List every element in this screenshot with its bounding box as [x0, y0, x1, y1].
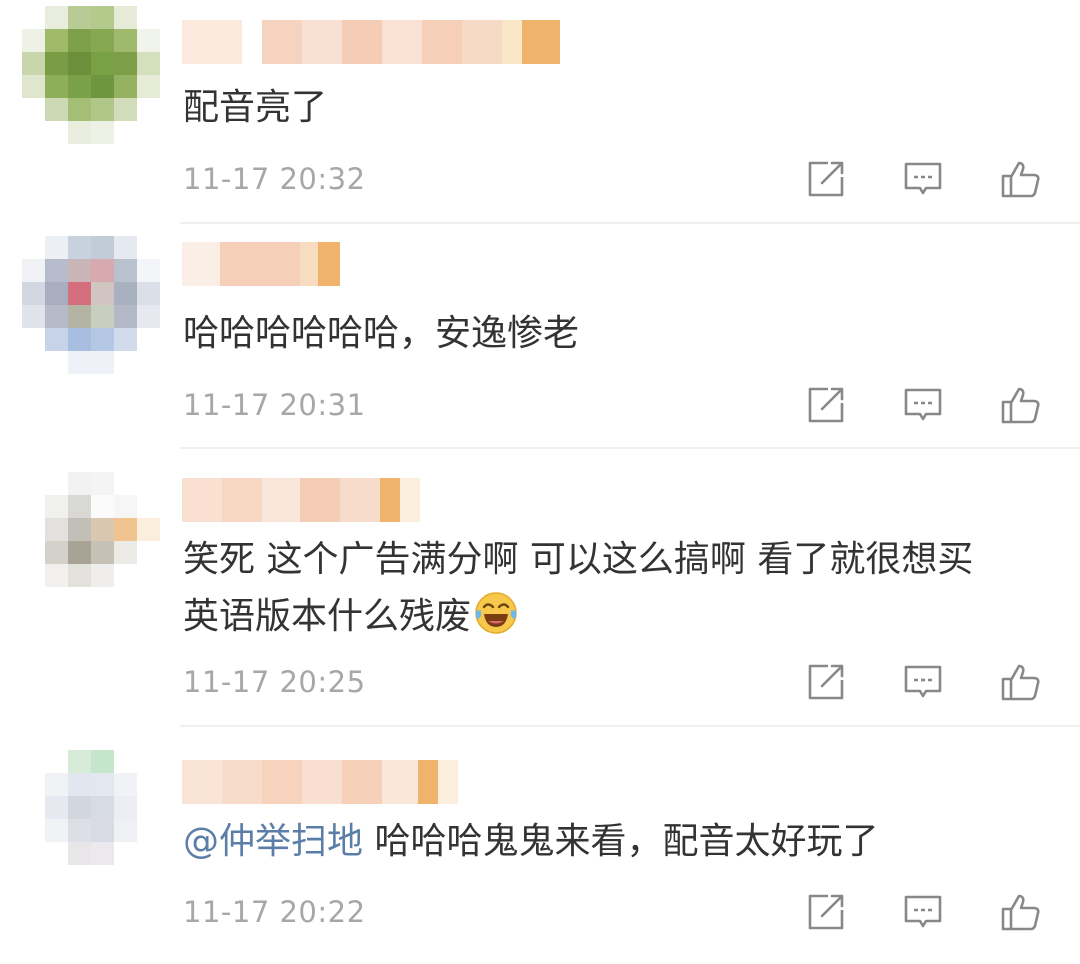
reply-button[interactable] [901, 660, 945, 704]
timestamp: 11-17 20:25 [183, 665, 366, 699]
like-button[interactable] [999, 660, 1043, 704]
avatar[interactable] [22, 750, 160, 888]
comment-text-content: 哈哈哈鬼鬼来看，配音太好玩了 [363, 821, 879, 862]
thumbs-up-icon [1001, 161, 1040, 198]
username-blurred[interactable] [182, 478, 420, 522]
comment-icon [904, 665, 942, 698]
avatar[interactable] [22, 6, 160, 144]
share-button[interactable] [804, 157, 848, 201]
share-icon [808, 664, 844, 700]
reply-button[interactable] [901, 383, 945, 427]
user-mention-link[interactable]: @仲举扫地 [183, 821, 363, 862]
laughing-crying-emoji-icon [475, 592, 517, 634]
comment-text: 哈哈哈哈哈哈，安逸惨老 [183, 313, 580, 354]
comment-meta: 11-17 20:31 [183, 383, 1080, 427]
comment-text-line2-content: 英语版本什么残废 [183, 596, 472, 637]
username-blurred[interactable] [182, 760, 458, 804]
share-icon [808, 894, 844, 930]
reply-button[interactable] [901, 890, 945, 934]
share-button[interactable] [804, 890, 848, 934]
divider [180, 725, 1080, 727]
comment-text: 配音亮了 [183, 87, 328, 128]
like-button[interactable] [999, 157, 1043, 201]
comment-text: 笑死 这个广告满分啊 可以这么搞啊 看了就很想买 [183, 539, 974, 580]
timestamp: 11-17 20:32 [183, 162, 366, 196]
thumbs-up-icon [1001, 387, 1040, 424]
thumbs-up-icon [1001, 664, 1040, 701]
share-button[interactable] [804, 660, 848, 704]
comment-text-line2: 英语版本什么残废 [183, 588, 1050, 645]
comment-meta: 11-17 20:22 [183, 890, 1080, 934]
comment-icon [904, 388, 942, 421]
share-button[interactable] [804, 383, 848, 427]
comment-item: @仲举扫地 哈哈哈鬼鬼来看，配音太好玩了 11-17 20:22 [0, 728, 1080, 964]
like-button[interactable] [999, 890, 1043, 934]
share-icon [808, 161, 844, 197]
share-icon [808, 387, 844, 423]
comment-item: 配音亮了 11-17 20:32 [0, 0, 1080, 224]
comment-icon [904, 162, 942, 195]
comment-text: @仲举扫地 哈哈哈鬼鬼来看，配音太好玩了 [183, 813, 1050, 870]
avatar[interactable] [22, 236, 160, 374]
username-blurred[interactable] [182, 242, 340, 286]
thumbs-up-icon [1001, 894, 1040, 931]
avatar[interactable] [22, 472, 160, 610]
divider [180, 447, 1080, 449]
comment-meta: 11-17 20:25 [183, 660, 1080, 704]
comment-icon [904, 895, 942, 928]
timestamp: 11-17 20:31 [183, 388, 366, 422]
comment-item: 哈哈哈哈哈哈，安逸惨老 11-17 20:31 [0, 224, 1080, 450]
timestamp: 11-17 20:22 [183, 895, 366, 929]
comment-meta: 11-17 20:32 [183, 157, 1080, 201]
comment-item: 笑死 这个广告满分啊 可以这么搞啊 看了就很想买 英语版本什么残废 11-17 … [0, 450, 1080, 728]
reply-button[interactable] [901, 157, 945, 201]
username-blurred[interactable] [182, 20, 560, 64]
like-button[interactable] [999, 383, 1043, 427]
